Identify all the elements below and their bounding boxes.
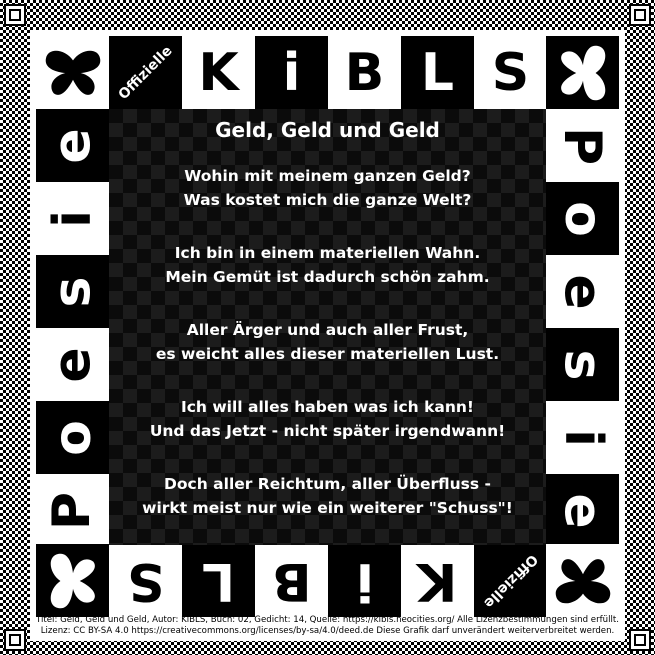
butterfly-icon <box>45 50 100 95</box>
corner-ornament-icon <box>629 4 651 26</box>
butterfly-icon <box>555 558 610 603</box>
corner-tile-top-right <box>546 36 619 109</box>
corner-tile-bottom-right <box>546 544 619 617</box>
title-letter-s-bottom: S <box>109 544 182 617</box>
side-letter-right: o <box>546 182 619 255</box>
side-letter-right: e <box>546 474 619 547</box>
side-letter-left: s <box>36 255 109 328</box>
corner-tile-bottom-left <box>36 544 109 617</box>
badge-tile-top: Offizielle <box>109 36 182 109</box>
side-letter-left: e <box>36 109 109 182</box>
corner-tile-top-left <box>36 36 109 109</box>
title-letter-s: S <box>474 36 547 109</box>
poem-title: Geld, Geld und Geld <box>215 118 440 142</box>
title-letter-i: i <box>255 36 328 109</box>
poem-stanza: Wohin mit meinem ganzen Geld? Was kostet… <box>109 164 546 212</box>
badge-tile-bottom: Offizielle <box>474 544 547 617</box>
side-letter-left: P <box>36 474 109 547</box>
poem: Geld, Geld und Geld Wohin mit meinem gan… <box>109 118 546 549</box>
butterfly-icon <box>560 45 605 100</box>
side-letter-right: i <box>546 401 619 474</box>
poem-line: Und das Jetzt - nicht später irgendwann! <box>149 422 506 440</box>
title-letter-i-bottom: i <box>328 544 401 617</box>
butterfly-icon <box>50 553 95 608</box>
offizielle-badge: Offizielle <box>480 550 541 611</box>
poem-stanza: Ich bin in einem materiellen Wahn. Mein … <box>109 241 546 289</box>
poem-line: Was kostet mich die ganze Welt? <box>183 191 472 209</box>
footer-line: Titel: Geld, Geld und Geld, Autor: KiBLS… <box>36 615 619 625</box>
title-letter-b: B <box>328 36 401 109</box>
poem-line: Wohin mit meinem ganzen Geld? <box>184 167 471 185</box>
poem-line: wirkt meist nur wie ein weiterer "Schuss… <box>142 499 513 517</box>
side-letter-right: P <box>546 109 619 182</box>
offizielle-badge: Offizielle <box>115 42 176 103</box>
poem-stanza: Ich will alles haben was ich kann! Und d… <box>109 395 546 443</box>
poem-stanza: Aller Ärger und auch aller Frust, es wei… <box>109 318 546 366</box>
title-letter-l: L <box>401 36 474 109</box>
poem-line: es weicht alles dieser materiellen Lust. <box>155 345 500 363</box>
poem-line: Mein Gemüt ist dadurch schön zahm. <box>165 268 490 286</box>
side-letter-right: s <box>546 328 619 401</box>
poem-line: Ich will alles haben was ich kann! <box>180 398 475 416</box>
poem-stanza: Doch aller Reichtum, aller Überfluss - w… <box>109 472 546 520</box>
license-footer: Titel: Geld, Geld und Geld, Autor: KiBLS… <box>0 615 655 637</box>
poem-line: Aller Ärger und auch aller Frust, <box>186 321 469 339</box>
title-letter-l-bottom: L <box>182 544 255 617</box>
corner-ornament-icon <box>4 4 26 26</box>
side-letter-left: o <box>36 401 109 474</box>
title-letter-k: K <box>182 36 255 109</box>
footer-line: Lizenz: CC BY-SA 4.0 https://creativecom… <box>40 626 615 636</box>
title-letter-b-bottom: B <box>255 544 328 617</box>
poem-line: Doch aller Reichtum, aller Überfluss - <box>164 475 491 493</box>
poem-line: Ich bin in einem materiellen Wahn. <box>174 244 481 262</box>
side-letter-left: i <box>36 182 109 255</box>
side-letter-right: e <box>546 255 619 328</box>
side-letter-left: e <box>36 328 109 401</box>
title-letter-k-bottom: K <box>401 544 474 617</box>
